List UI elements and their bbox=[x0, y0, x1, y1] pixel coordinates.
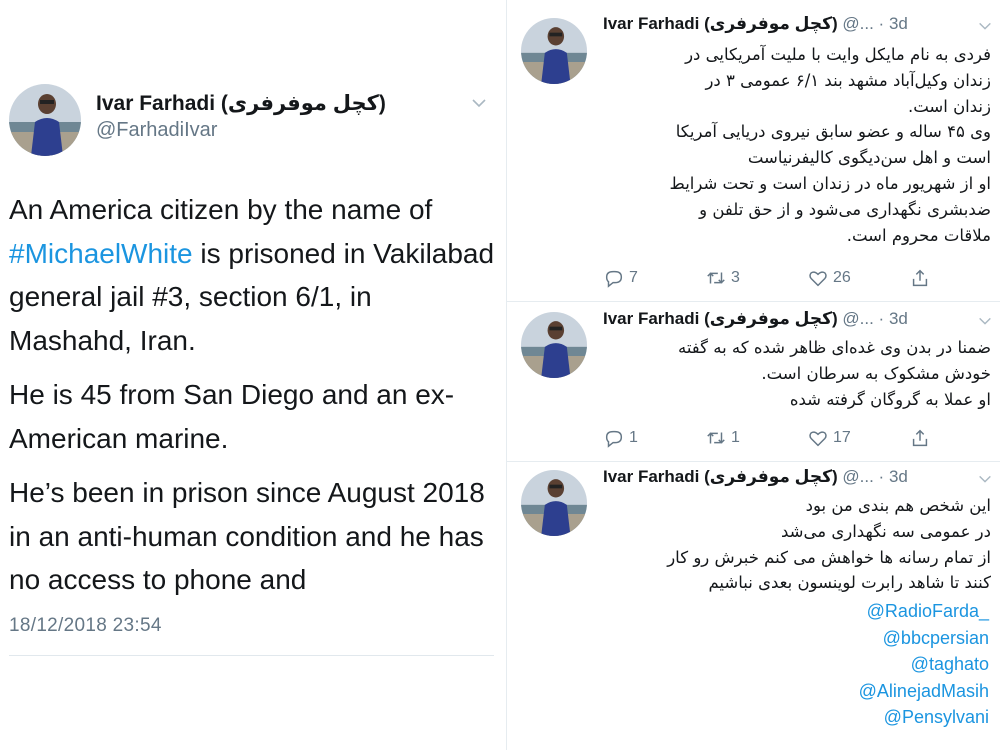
retweet-button[interactable]: 1 bbox=[705, 425, 740, 451]
chevron-down-icon[interactable] bbox=[977, 18, 993, 34]
retweet-icon bbox=[707, 272, 725, 284]
mention-link[interactable]: @Pensylvani bbox=[859, 704, 989, 731]
chevron-down-icon[interactable] bbox=[470, 94, 488, 112]
tweet-line: ملاقات محروم است. bbox=[846, 225, 991, 245]
tweet-meta[interactable]: @... · 3d bbox=[842, 309, 907, 328]
avatar-photo bbox=[521, 18, 587, 84]
tweet-text: این شخص هم بندی من بود در عمومی سه نگهدا… bbox=[599, 493, 991, 596]
avatar[interactable] bbox=[9, 84, 81, 156]
like-button[interactable]: 26 bbox=[807, 265, 851, 291]
tweet-paragraph-3: He’s been in prison since August 2018 in… bbox=[9, 477, 485, 595]
tweet-paragraph-1: An America citizen by the name of #Michae… bbox=[9, 188, 499, 362]
reply-count: 1 bbox=[629, 429, 638, 446]
reply-count: 7 bbox=[629, 269, 638, 286]
tweet-text: ضمنا در بدن وی غده‌ای ظاهر شده که به گفت… bbox=[599, 335, 991, 412]
tweet-line: او از شهریور ماه در زندان است و تحت شرای… bbox=[669, 173, 991, 193]
thread-tweet[interactable]: Ivar Farhadi (کچل موفرفری) @... · 3d فرد… bbox=[507, 0, 1000, 302]
tweet-body: An America citizen by the name of #Michae… bbox=[9, 188, 499, 613]
like-icon bbox=[809, 271, 827, 287]
tweet-line: زندان است. bbox=[907, 96, 991, 116]
tweet-line: ضمنا در بدن وی غده‌ای ظاهر شده که به گفت… bbox=[677, 338, 991, 357]
tweet-line: خودش مشکوک به سرطان است. bbox=[761, 363, 991, 383]
tweet-header: Ivar Farhadi (کچل موفرفری) @... · 3d bbox=[603, 14, 973, 38]
mention-link[interactable]: @bbcpersian bbox=[859, 625, 989, 652]
tweet-line: او عملا به گروگان گرفته شده bbox=[789, 389, 991, 409]
reply-icon bbox=[605, 270, 623, 288]
hashtag-link[interactable]: #MichaelWhite bbox=[9, 238, 193, 269]
tweet-meta[interactable]: @... · 3d bbox=[842, 467, 907, 486]
avatar[interactable] bbox=[521, 18, 587, 84]
tweet-line: زندان وکیل‌آباد مشهد بند ۶/۱ عمومی ۳ در bbox=[705, 70, 991, 90]
retweet-button[interactable]: 3 bbox=[705, 265, 740, 291]
chevron-down-icon[interactable] bbox=[977, 313, 993, 329]
tweet-line: وی ۴۵ ساله و عضو سابق نیروی دریایی آمریک… bbox=[675, 122, 991, 142]
tweet-line: در عمومی سه نگهداری می‌شد bbox=[781, 521, 991, 541]
like-button[interactable]: 17 bbox=[807, 425, 851, 451]
display-name[interactable]: Ivar Farhadi (کچل موفرفری) bbox=[603, 467, 838, 486]
tweet-line: از تمام رسانه ها خواهش می کنم خبرش رو کا… bbox=[667, 547, 991, 567]
mention-link[interactable]: @RadioFarda_ bbox=[859, 598, 989, 625]
thread-panel: Ivar Farhadi (کچل موفرفری) @... · 3d فرد… bbox=[506, 0, 1000, 750]
reply-button[interactable]: 7 bbox=[603, 265, 638, 291]
reply-button[interactable]: 1 bbox=[603, 425, 638, 451]
share-button[interactable] bbox=[909, 265, 935, 291]
display-name[interactable]: Ivar Farhadi (کچل موفرفری) bbox=[603, 309, 838, 328]
paragraph-text: An America citizen by the name of bbox=[9, 194, 433, 225]
tweet-header: Ivar Farhadi (کچل موفرفری) @... · 3d bbox=[603, 309, 973, 333]
share-icon bbox=[912, 429, 928, 447]
retweet-icon bbox=[707, 432, 725, 444]
like-count: 26 bbox=[833, 269, 851, 286]
tweet-paragraph-2: He is 45 from San Diego and an ex-Americ… bbox=[9, 379, 455, 454]
mention-list: @RadioFarda_ @bbcpersian @taghato @Aline… bbox=[859, 598, 989, 731]
tweet-header: Ivar Farhadi (کچل موفرفری) @... · 3d bbox=[603, 467, 973, 491]
thread-tweet[interactable]: Ivar Farhadi (کچل موفرفری) @... · 3d این… bbox=[507, 462, 1000, 750]
share-icon bbox=[912, 269, 928, 287]
like-icon bbox=[809, 431, 827, 447]
thread-tweet[interactable]: Ivar Farhadi (کچل موفرفری) @... · 3d ضمن… bbox=[507, 302, 1000, 462]
avatar-photo bbox=[521, 470, 587, 536]
avatar[interactable] bbox=[521, 470, 587, 536]
like-count: 17 bbox=[833, 429, 851, 446]
tweet-line: کنند تا شاهد رابرت لوینسون بعدی نباشیم bbox=[708, 573, 991, 593]
tweet-meta[interactable]: @... · 3d bbox=[842, 14, 907, 33]
chevron-down-icon[interactable] bbox=[977, 471, 993, 487]
display-name[interactable]: Ivar Farhadi (کچل موفرفری) bbox=[96, 91, 386, 116]
mention-link[interactable]: @AlinejadMasih bbox=[859, 678, 989, 705]
retweet-count: 1 bbox=[731, 429, 740, 446]
mention-link[interactable]: @taghato bbox=[859, 651, 989, 678]
avatar[interactable] bbox=[521, 312, 587, 378]
display-name[interactable]: Ivar Farhadi (کچل موفرفری) bbox=[603, 14, 838, 33]
user-handle[interactable]: @FarhadiIvar bbox=[96, 119, 217, 142]
share-button[interactable] bbox=[909, 425, 935, 451]
tweet-line: ضدبشری نگهداری می‌شود و از حق تلفن و bbox=[699, 199, 991, 219]
tweet-text: فردی به نام مایکل وایت با ملیت آمریکایی … bbox=[599, 42, 991, 248]
tweet-actions: 7 3 26 bbox=[603, 265, 963, 291]
avatar-photo bbox=[9, 84, 81, 156]
tweet-line: این شخص هم بندی من بود bbox=[805, 496, 991, 515]
tweet-line: است و اهل سن‌دیگوی کالیفرنیاست bbox=[747, 148, 991, 168]
avatar-photo bbox=[521, 312, 587, 378]
tweet-timestamp[interactable]: 18/12/2018 23:54 bbox=[9, 615, 162, 637]
retweet-count: 3 bbox=[731, 269, 740, 286]
tweet-actions: 1 1 17 bbox=[603, 425, 963, 451]
tweet-line: فردی به نام مایکل وایت با ملیت آمریکایی … bbox=[685, 45, 991, 64]
divider bbox=[9, 655, 494, 656]
left-tweet-panel: Ivar Farhadi (کچل موفرفری) @FarhadiIvar … bbox=[0, 0, 500, 750]
reply-icon bbox=[605, 430, 623, 448]
